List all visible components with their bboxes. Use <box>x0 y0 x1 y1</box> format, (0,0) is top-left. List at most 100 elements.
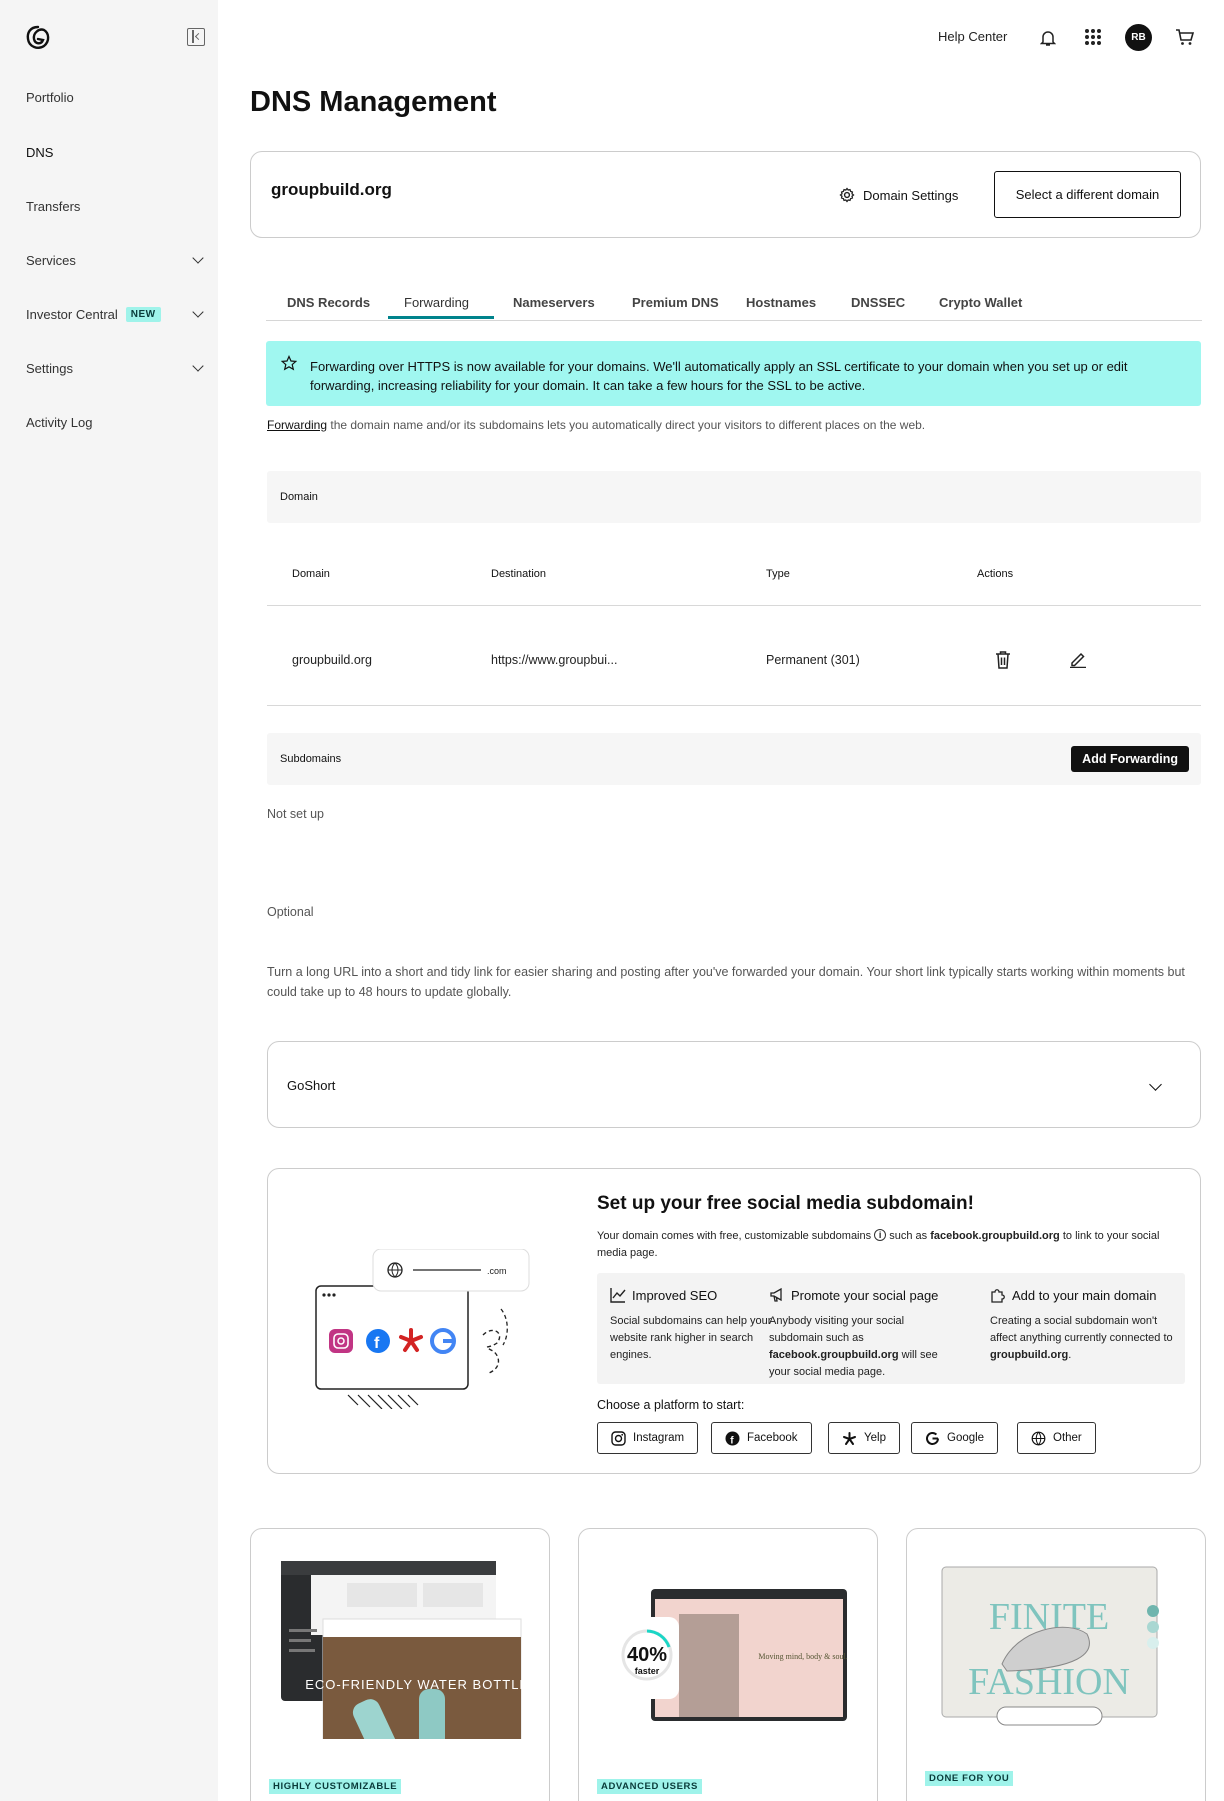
subdomains-section-header: Subdomains Add Forwarding <box>267 733 1201 785</box>
add-forwarding-button[interactable]: Add Forwarding <box>1071 746 1189 772</box>
bell-icon[interactable] <box>1040 29 1056 47</box>
apps-grid-icon[interactable] <box>1085 29 1101 45</box>
social-description: Your domain comes with free, customizabl… <box>597 1228 1187 1262</box>
pencil-icon[interactable] <box>1069 650 1087 668</box>
domain-settings-label: Domain Settings <box>863 187 959 203</box>
puzzle-icon <box>991 1289 1005 1303</box>
godaddy-logo-icon[interactable] <box>24 24 52 52</box>
collapse-sidebar-icon[interactable] <box>187 28 205 46</box>
sidebar-item-portfolio[interactable]: Portfolio <box>26 85 206 109</box>
illus-domain-text: .com <box>487 1266 507 1276</box>
cart-icon[interactable] <box>1175 28 1195 46</box>
forwarding-info: Forwarding the domain name and/or its su… <box>267 418 925 432</box>
promo-image-text: ECO-FRIENDLY WATER BOTTLES <box>305 1677 539 1692</box>
social-title: Set up your free social media subdomain! <box>597 1193 974 1214</box>
tab-dns-records[interactable]: DNS Records <box>287 295 370 310</box>
domain-card: groupbuild.org Domain Settings Select a … <box>250 151 1201 238</box>
chevron-down-icon <box>1149 1078 1162 1091</box>
column-header-destination: Destination <box>491 568 547 580</box>
domain-name: groupbuild.org <box>271 180 392 199</box>
platform-label: Google <box>947 1432 985 1444</box>
divider <box>267 705 1201 706</box>
website-builder-preview-image: ECO-FRIENDLY WATER BOTTLES <box>281 1561 539 1739</box>
benefit-promote: Promote your social page Anybody visitin… <box>769 1287 954 1381</box>
benefit-seo: Improved SEO Social subdomains can help … <box>610 1287 795 1364</box>
tab-forwarding[interactable]: Forwarding <box>404 295 469 310</box>
active-tab-indicator <box>388 316 494 319</box>
promo-tag: HIGHLY CUSTOMIZABLE <box>269 1779 402 1794</box>
platform-label: Instagram <box>633 1432 685 1444</box>
sidebar-item-activity-log[interactable]: Activity Log <box>26 410 206 434</box>
alert-text: Forwarding over HTTPS is now available f… <box>310 359 1128 393</box>
fashion-site-preview-image: FINITE FASHION <box>941 1566 1159 1726</box>
speed-value: 40% <box>627 1644 667 1666</box>
forwarding-info-text: the domain name and/or its subdomains le… <box>327 418 926 432</box>
tab-premium-dns[interactable]: Premium DNS <box>632 295 719 310</box>
sidebar-item-dns[interactable]: DNS <box>26 140 206 164</box>
benefit-title: Promote your social page <box>791 1287 939 1303</box>
choose-platform-label: Choose a platform to start: <box>597 1398 745 1412</box>
sidebar-item-transfers[interactable]: Transfers <box>26 194 206 218</box>
subdomains-empty-text: Not set up <box>267 807 324 821</box>
promo-image-text: Moving mind, body & soul. <box>758 1652 847 1661</box>
benefit-title: Add to your main domain <box>1012 1287 1157 1303</box>
instagram-icon <box>611 1430 626 1446</box>
platform-facebook-button[interactable]: f Facebook <box>711 1422 812 1454</box>
column-header-type: Type <box>766 568 790 580</box>
cell-type: Permanent (301) <box>766 653 860 667</box>
sidebar-item-label: Activity Log <box>26 414 93 430</box>
page-title: DNS Management <box>250 86 497 118</box>
platform-google-button[interactable]: Google <box>911 1422 999 1454</box>
benefit-main-domain: Add to your main domain Creating a socia… <box>990 1287 1175 1364</box>
svg-text:f: f <box>374 1335 380 1352</box>
megaphone-icon <box>770 1287 782 1302</box>
tab-nameservers[interactable]: Nameservers <box>513 295 595 310</box>
cell-domain: groupbuild.org <box>292 653 372 667</box>
social-desc-text: Your domain comes with free, customizabl… <box>597 1230 872 1242</box>
sidebar-item-services[interactable]: Services <box>26 248 206 272</box>
goshort-description: Turn a long URL into a short and tidy li… <box>267 965 1185 999</box>
tab-crypto-wallet[interactable]: Crypto Wallet <box>939 295 1022 310</box>
promo-card-customizable[interactable]: ECO-FRIENDLY WATER BOTTLES HIGHLY CUSTOM… <box>250 1528 550 1801</box>
https-alert: Forwarding over HTTPS is now available f… <box>266 341 1201 406</box>
star-icon <box>281 355 297 371</box>
yelp-icon <box>843 1431 856 1445</box>
social-subdomain-card: .com f Set up your free social media sub… <box>267 1168 1201 1474</box>
platform-other-button[interactable]: Other <box>1017 1422 1096 1454</box>
platform-instagram-button[interactable]: Instagram <box>597 1422 699 1454</box>
tab-hostnames[interactable]: Hostnames <box>746 295 816 310</box>
help-center-link[interactable]: Help Center <box>938 29 1007 44</box>
promo-card-done-for-you[interactable]: FINITE FASHION DONE FOR YOU <box>906 1528 1206 1801</box>
benefit-desc-bold: groupbuild.org <box>990 1349 1069 1361</box>
facebook-icon: f <box>725 1431 740 1446</box>
sidebar-item-settings[interactable]: Settings <box>26 356 206 380</box>
domain-section-header: Domain <box>267 471 1201 523</box>
column-header-domain: Domain <box>292 568 330 580</box>
sidebar-item-label: Portfolio <box>26 89 74 105</box>
benefit-desc-text: Creating a social subdomain won't affect… <box>990 1315 1173 1344</box>
promo-card-advanced[interactable]: Moving mind, body & soul. 40% faster ADV… <box>578 1528 878 1801</box>
google-icon <box>926 1431 939 1445</box>
avatar[interactable]: RB <box>1125 24 1152 51</box>
benefit-desc-text: Anybody visiting your social subdomain s… <box>769 1315 905 1344</box>
chevron-down-icon <box>192 360 204 372</box>
divider <box>267 605 1201 606</box>
goshort-title: GoShort <box>287 1078 336 1093</box>
select-different-domain-button[interactable]: Select a different domain <box>994 171 1181 218</box>
domain-settings-button[interactable]: Domain Settings <box>839 187 958 203</box>
trash-icon[interactable] <box>994 650 1012 670</box>
benefit-desc-text: . <box>1068 1349 1072 1361</box>
website-speed-preview-image: Moving mind, body & soul. 40% faster <box>615 1589 848 1721</box>
benefits-panel: Improved SEO Social subdomains can help … <box>597 1273 1185 1384</box>
info-icon[interactable]: i <box>874 1229 887 1241</box>
tab-dnssec[interactable]: DNSSEC <box>851 295 905 310</box>
platform-yelp-button[interactable]: Yelp <box>828 1422 900 1454</box>
goshort-accordion[interactable]: GoShort <box>267 1041 1201 1128</box>
sidebar-item-investor-central[interactable]: Investor Central NEW <box>26 302 206 326</box>
forwarding-link[interactable]: Forwarding <box>267 418 327 432</box>
sidebar-item-label: Services <box>26 252 76 268</box>
new-badge: NEW <box>125 306 161 322</box>
benefit-desc-bold: facebook.groupbuild.org <box>769 1349 899 1361</box>
social-desc-bold: facebook.groupbuild.org <box>930 1230 1060 1242</box>
sidebar: Portfolio DNS Transfers Services Investo… <box>0 0 218 1801</box>
